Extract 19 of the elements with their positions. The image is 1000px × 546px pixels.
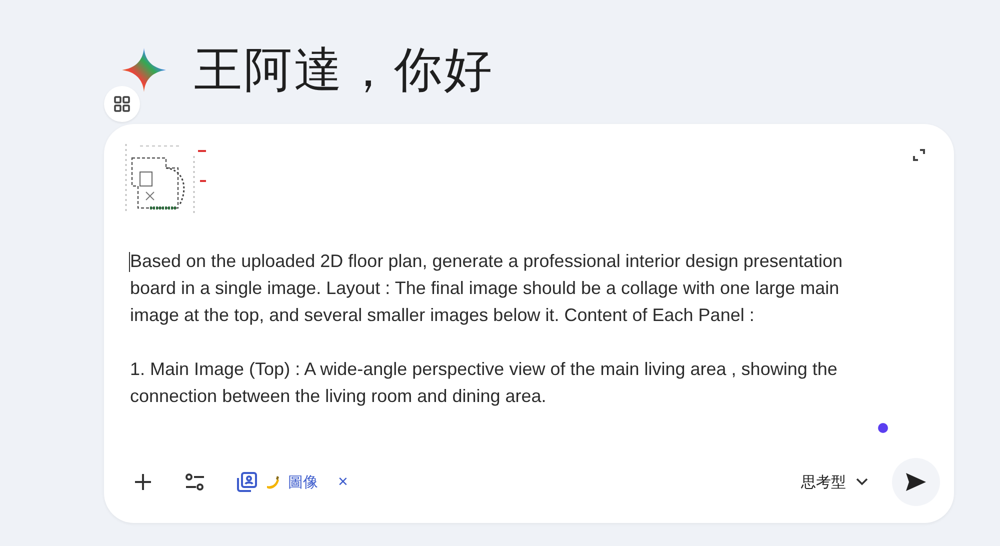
prompt-text: 1. Main Image (Top) : A wide-angle perspective view of the main living area , showing the connection between the living room and dining area.: [130, 358, 838, 408]
grid-icon: [113, 95, 131, 113]
send-button[interactable]: [892, 458, 940, 506]
greeting-title: 王阿達，你好: [194, 41, 494, 100]
prompt-text: Based on the uploaded 2D floor plan, generate a professional interior design presentation board in a single image. Layout : The final image should be a collage with one large main image at the top, and several smaller images below it. Content of Each Panel :: [130, 250, 844, 327]
image-stack-icon: [236, 471, 258, 493]
banana-icon: [264, 473, 282, 491]
close-button[interactable]: ×: [334, 470, 352, 494]
sliders-icon: [184, 473, 206, 491]
expand-icon: [912, 148, 926, 162]
dot-icon: [878, 423, 888, 433]
image-tool-chip[interactable]: 圖像: [232, 467, 322, 497]
plus-icon: [134, 473, 152, 491]
model-dropdown[interactable]: 思考型: [795, 472, 874, 492]
expand-button[interactable]: [910, 146, 928, 164]
sparkle-logo-icon: [122, 48, 166, 92]
send-icon: [905, 472, 927, 492]
chevron-down-icon: [856, 478, 868, 486]
apps-button[interactable]: [104, 86, 140, 122]
